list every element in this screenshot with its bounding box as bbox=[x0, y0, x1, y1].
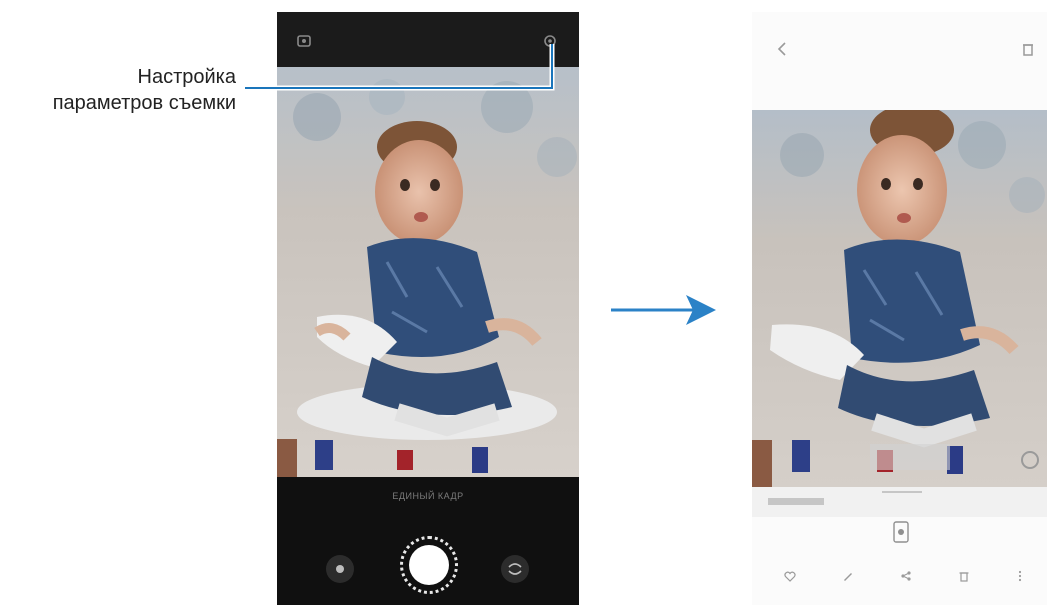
scroll-indicator bbox=[882, 491, 922, 493]
effects-icon bbox=[336, 565, 344, 573]
camera-top-bar bbox=[277, 12, 579, 67]
like-icon[interactable] bbox=[784, 570, 796, 582]
gallery-info-strip bbox=[752, 487, 1047, 517]
settings-callout: Настройка параметров съемки bbox=[0, 64, 236, 116]
camera-mode-label: ЕДИНЫЙ КАДР bbox=[392, 491, 464, 501]
switch-camera-icon bbox=[508, 563, 522, 575]
effects-button[interactable] bbox=[326, 555, 354, 583]
transition-arrow-head bbox=[686, 295, 716, 325]
shutter-button[interactable] bbox=[400, 536, 458, 594]
share-icon[interactable] bbox=[900, 570, 912, 582]
more-icon[interactable] bbox=[1014, 570, 1026, 582]
gallery-photo[interactable] bbox=[752, 110, 1047, 487]
zoom-icon[interactable] bbox=[892, 520, 910, 544]
flash-icon[interactable] bbox=[297, 34, 311, 48]
gallery-screen bbox=[752, 12, 1047, 605]
toddler-photo bbox=[277, 67, 579, 477]
back-icon[interactable] bbox=[776, 42, 788, 56]
toddler-photo bbox=[752, 110, 1047, 487]
settings-icon[interactable] bbox=[543, 34, 557, 48]
camera-viewfinder[interactable] bbox=[277, 67, 579, 477]
delete-icon[interactable] bbox=[958, 570, 970, 582]
edit-icon[interactable] bbox=[842, 570, 854, 582]
delete-icon[interactable] bbox=[1022, 42, 1034, 56]
camera-screen: ЕДИНЫЙ КАДР bbox=[277, 12, 579, 605]
camera-controls: ЕДИНЫЙ КАДР bbox=[277, 477, 579, 605]
gallery-toolbar bbox=[752, 560, 1047, 594]
callout-line-1: Настройка bbox=[137, 66, 236, 88]
info-label-bar bbox=[768, 498, 824, 505]
switch-camera-button[interactable] bbox=[501, 555, 529, 583]
callout-line-2: параметров съемки bbox=[52, 92, 236, 114]
